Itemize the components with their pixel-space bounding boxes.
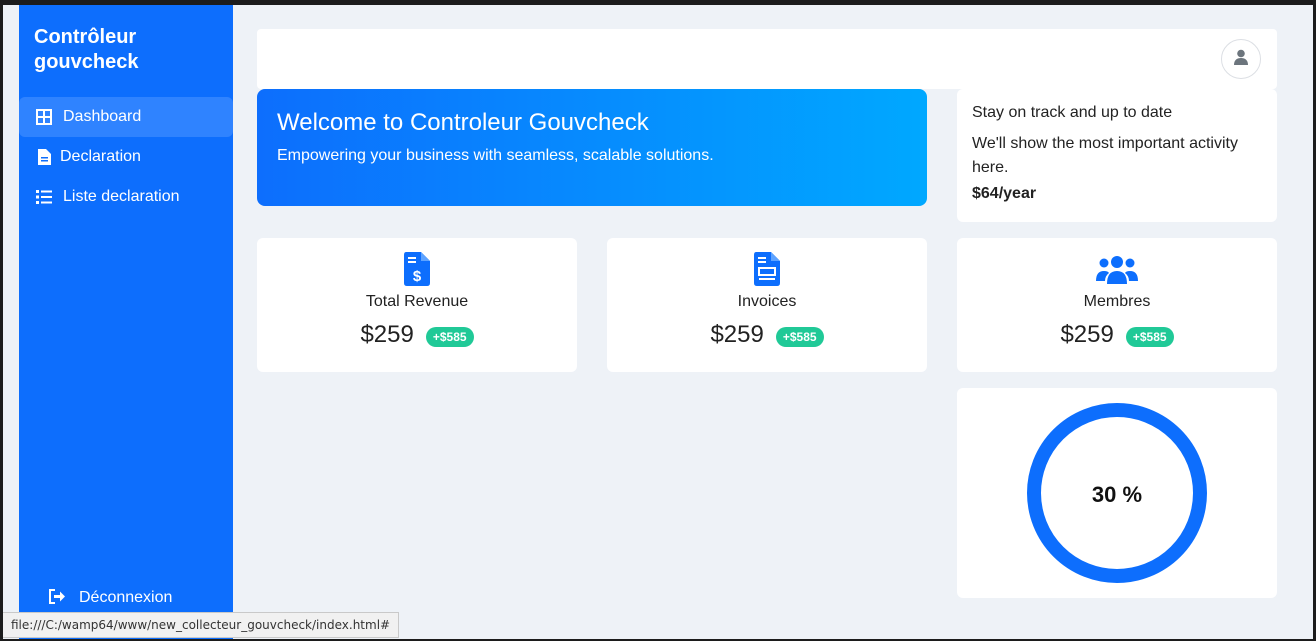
stat-card-total-revenue: $ Total Revenue $259 +$585 (257, 238, 577, 372)
app-viewport: Contrôleur gouvcheck Dashboard Declarati… (3, 5, 1313, 639)
invoice-icon (607, 252, 927, 286)
brand-title: Contrôleur gouvcheck (34, 26, 139, 73)
sidebar-item-liste-declaration[interactable]: Liste declaration (19, 177, 233, 217)
sidebar-item-declaration[interactable]: Declaration (19, 137, 233, 177)
sidebar-item-label: Declaration (60, 148, 141, 165)
sidebar-item-label: Liste declaration (63, 188, 180, 205)
users-icon (957, 252, 1277, 286)
info-line-2: We'll show the most important activity h… (972, 135, 1238, 176)
progress-percentage: 30 % (1091, 482, 1143, 507)
stat-badge: +$585 (775, 327, 824, 347)
sidebar-item-label: Dashboard (63, 108, 142, 125)
stat-label: Invoices (737, 293, 797, 310)
stat-badge: +$585 (1125, 327, 1174, 347)
sidebar: Contrôleur gouvcheck Dashboard Declarati… (19, 5, 233, 639)
activity-info-card: Stay on track and up to date We'll show … (957, 89, 1277, 222)
top-bar (257, 29, 1277, 89)
stat-value: $259 (1060, 321, 1114, 348)
logout-icon (49, 589, 67, 607)
invoice-dollar-icon: $ (257, 252, 577, 286)
welcome-banner: Welcome to Controleur Gouvcheck Empoweri… (257, 89, 927, 206)
stat-label: Membres (1083, 293, 1151, 310)
welcome-title: Welcome to Controleur Gouvcheck (277, 109, 649, 136)
status-url: file:///C:/wamp64/www/new_collecteur_gou… (11, 618, 391, 632)
welcome-subtitle: Empowering your business with seamless, … (277, 147, 714, 164)
stat-card-invoices: Invoices $259 +$585 (607, 238, 927, 372)
stat-card-membres: Membres $259 +$585 (957, 238, 1277, 372)
svg-text:$: $ (413, 268, 422, 285)
stat-value: $259 (710, 321, 764, 348)
file-icon (35, 148, 53, 166)
logout-label: Déconnexion (79, 589, 173, 606)
progress-card: 30 % (957, 388, 1277, 598)
logout-button[interactable]: Déconnexion (49, 589, 172, 607)
sidebar-item-dashboard[interactable]: Dashboard (19, 97, 233, 137)
info-line-1: Stay on track and up to date (972, 104, 1173, 121)
list-icon (35, 188, 53, 206)
user-avatar-button[interactable] (1221, 39, 1261, 79)
user-icon (1233, 49, 1249, 70)
stat-label: Total Revenue (365, 293, 469, 310)
dashboard-grid-icon (35, 108, 53, 126)
browser-status-bar: file:///C:/wamp64/www/new_collecteur_gou… (3, 612, 400, 638)
left-gutter (3, 5, 19, 639)
stat-value: $259 (360, 321, 414, 348)
stat-badge: +$585 (425, 327, 474, 347)
info-price: $64/year (972, 185, 1037, 202)
